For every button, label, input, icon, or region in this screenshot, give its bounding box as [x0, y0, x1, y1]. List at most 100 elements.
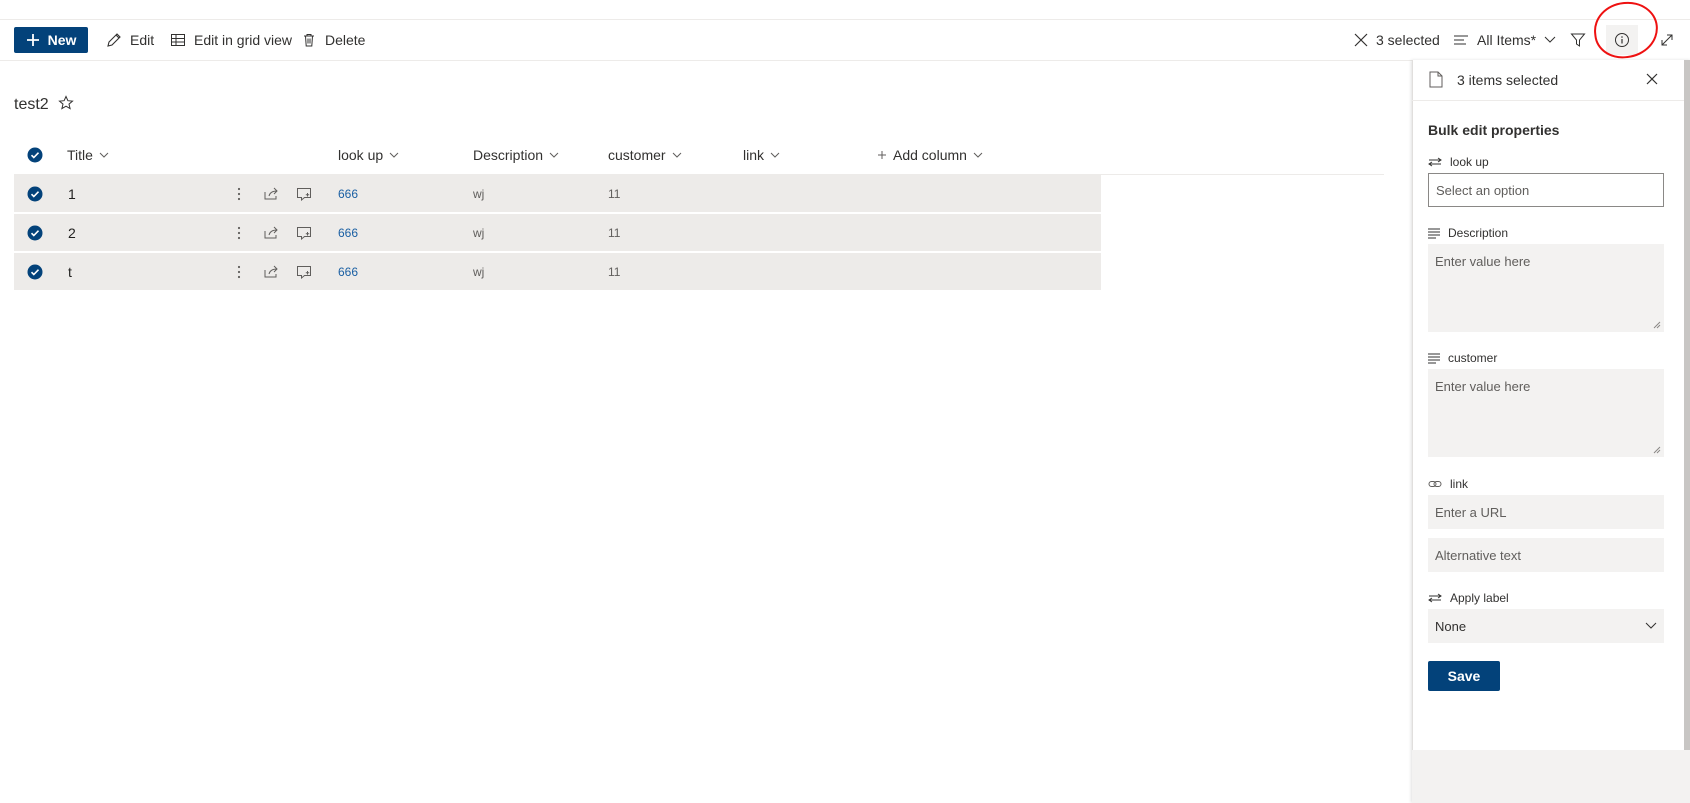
clear-selection-button[interactable]: 3 selected [1354, 20, 1440, 60]
cell-lookup[interactable]: 666 [338, 214, 358, 251]
multiline-text-icon [1428, 228, 1440, 239]
more-options-icon[interactable] [229, 223, 249, 243]
apply-label-dropdown[interactable]: None [1428, 609, 1664, 643]
share-icon[interactable] [261, 223, 281, 243]
add-column-label: Add column [893, 147, 967, 163]
lookup-field-label: look up [1428, 155, 1489, 169]
cell-description: wj [473, 186, 485, 201]
column-header-title[interactable]: Title [67, 140, 109, 170]
new-button[interactable]: New [14, 27, 88, 53]
details-pane-title: 3 items selected [1457, 72, 1559, 88]
close-icon [1645, 72, 1659, 86]
description-field-label: Description [1428, 226, 1508, 240]
lookup-select[interactable]: Select an option [1428, 173, 1664, 207]
customer-field-label: customer [1428, 351, 1497, 365]
share-icon[interactable] [261, 184, 281, 204]
column-header-link[interactable]: link [743, 140, 780, 170]
customer-placeholder: Enter value here [1435, 379, 1531, 394]
table-row[interactable]: 1 666 wj 11 [14, 175, 1101, 212]
description-textarea[interactable]: Enter value here [1428, 244, 1664, 332]
description-label-text: Description [1448, 226, 1509, 240]
column-header-lookup[interactable]: look up [338, 140, 399, 170]
cell-title[interactable]: 2 [68, 214, 76, 251]
chevron-down-icon [1645, 622, 1657, 630]
chevron-down-icon [389, 152, 399, 158]
new-button-label: New [47, 32, 77, 48]
plus-icon [877, 150, 887, 160]
apply-label-icon [1428, 593, 1442, 603]
row-checkbox[interactable] [25, 223, 45, 243]
details-pane-footer [1412, 750, 1690, 803]
customer-label-text: customer [1448, 351, 1498, 365]
share-icon[interactable] [261, 262, 281, 282]
comment-icon[interactable] [294, 184, 314, 204]
comment-icon[interactable] [294, 223, 314, 243]
save-button[interactable]: Save [1428, 661, 1500, 691]
multiline-text-icon [1428, 353, 1440, 364]
resize-grip-icon[interactable] [1653, 446, 1661, 454]
list-title: test2 [14, 96, 49, 113]
select-all-checkbox[interactable] [27, 140, 43, 170]
resize-grip-icon[interactable] [1653, 321, 1661, 329]
cell-lookup[interactable]: 666 [338, 253, 358, 290]
command-bar: New Edit Edit in grid view Delete 3 sele… [0, 20, 1690, 61]
more-options-icon[interactable] [229, 262, 249, 282]
column-header-link-label: link [743, 147, 765, 163]
favorite-star-icon[interactable] [58, 95, 74, 111]
column-header-description-label: Description [473, 147, 544, 163]
more-options-icon[interactable] [229, 184, 249, 204]
cell-lookup[interactable]: 666 [338, 175, 358, 212]
row-checkbox[interactable] [25, 262, 45, 282]
description-placeholder: Enter value here [1435, 254, 1531, 269]
chevron-down-icon [549, 152, 559, 158]
selected-count: 3 selected [1376, 32, 1440, 48]
table-row[interactable]: 2 666 wj 11 [14, 214, 1101, 251]
delete-button[interactable]: Delete [301, 20, 365, 60]
delete-button-label: Delete [325, 32, 366, 48]
chevron-down-icon [973, 152, 983, 158]
close-pane-button[interactable] [1645, 72, 1659, 86]
cell-description: wj [473, 264, 485, 279]
chevron-down-icon [770, 152, 780, 158]
customer-textarea[interactable]: Enter value here [1428, 369, 1664, 457]
link-icon [1428, 479, 1442, 489]
filter-button[interactable] [1565, 28, 1591, 52]
expand-button[interactable] [1654, 28, 1680, 52]
column-header-description[interactable]: Description [473, 140, 559, 170]
cell-description: wj [473, 225, 485, 240]
chevron-down-icon [99, 152, 109, 158]
cell-customer: 11 [608, 225, 621, 240]
close-icon [1354, 33, 1368, 47]
edit-button-label: Edit [130, 32, 155, 48]
cell-customer: 11 [608, 186, 621, 201]
details-pane-scrollbar[interactable] [1684, 60, 1690, 750]
edit-in-grid-view-button[interactable]: Edit in grid view [170, 20, 292, 60]
column-header-customer[interactable]: customer [608, 140, 682, 170]
grid-icon [170, 32, 186, 48]
chevron-down-icon [672, 152, 682, 158]
plus-icon [26, 33, 40, 47]
pencil-icon [106, 32, 122, 48]
apply-label-text: Apply label [1450, 591, 1509, 605]
add-column-button[interactable]: Add column [877, 140, 983, 170]
apply-label-field-label: Apply label [1428, 591, 1509, 605]
document-icon [1429, 71, 1443, 88]
edit-grid-label: Edit in grid view [194, 32, 293, 48]
edit-button[interactable]: Edit [106, 20, 154, 60]
column-header-title-label: Title [67, 147, 93, 163]
column-header-lookup-label: look up [338, 147, 384, 163]
chevron-down-icon [1544, 36, 1556, 44]
row-checkbox[interactable] [25, 184, 45, 204]
bulk-edit-heading: Bulk edit properties [1428, 122, 1560, 138]
apply-label-value: None [1435, 618, 1467, 634]
expand-icon [1659, 32, 1675, 48]
lookup-label-text: look up [1450, 155, 1489, 169]
view-selector[interactable]: All Items* [1453, 20, 1556, 60]
cell-title[interactable]: 1 [68, 175, 76, 212]
link-alt-text-input[interactable]: Alternative text [1428, 538, 1664, 572]
link-url-input[interactable]: Enter a URL [1428, 495, 1664, 529]
comment-icon[interactable] [294, 262, 314, 282]
table-row[interactable]: t 666 wj 11 [14, 253, 1101, 290]
cell-title[interactable]: t [68, 253, 72, 290]
link-label-text: link [1450, 477, 1469, 491]
